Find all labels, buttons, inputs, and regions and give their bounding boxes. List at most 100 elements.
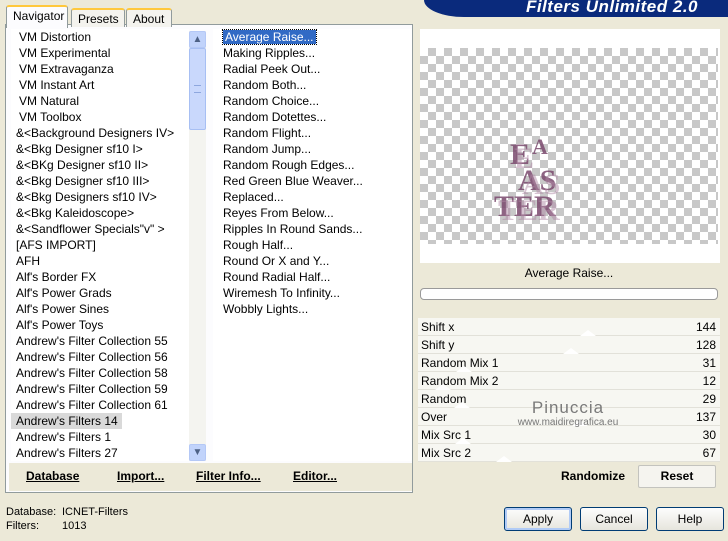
parameter-slider[interactable]: Random 29 xyxy=(418,390,720,408)
reset-button[interactable]: Reset xyxy=(638,465,716,488)
filter-item[interactable]: Reyes From Below... xyxy=(223,205,412,221)
parameter-slider[interactable]: Shift y 128 xyxy=(418,336,720,354)
scroll-down-button[interactable]: ▼ xyxy=(189,444,206,461)
category-item[interactable]: Alf's Border FX xyxy=(11,269,189,285)
randomize-button[interactable]: Randomize xyxy=(561,469,625,483)
filter-item[interactable]: Red Green Blue Weaver... xyxy=(223,173,412,189)
parameter-sliders: Shift x 144 Shift y 128 Random Mix 1 31 Random… xyxy=(418,318,720,464)
filters-key: Filters: xyxy=(6,520,39,532)
filter-item[interactable]: Average Raise... xyxy=(222,29,412,45)
category-item[interactable]: Andrew's Filter Collection 56 xyxy=(11,349,189,365)
filter-item-label: Random Choice... xyxy=(223,94,320,108)
database-button[interactable]: Database xyxy=(26,469,79,483)
apply-button[interactable]: Apply xyxy=(504,507,572,531)
category-item[interactable]: Andrew's Filter Collection 58 xyxy=(11,365,189,381)
category-item[interactable]: &<Background Designers IV> xyxy=(11,125,189,141)
filter-info-button[interactable]: Filter Info... xyxy=(196,469,261,483)
category-item[interactable]: VM Toolbox xyxy=(11,109,189,125)
filter-item-label: Random Flight... xyxy=(223,126,312,140)
category-item[interactable]: Andrew's Filter Collection 59 xyxy=(11,381,189,397)
parameter-slider[interactable]: Mix Src 1 30 xyxy=(418,426,720,444)
filter-item[interactable]: Wobbly Lights... xyxy=(223,301,412,317)
parameter-slider[interactable]: Shift x 144 xyxy=(418,318,720,336)
navigator-toolbar: Database Import... Filter Info... Editor… xyxy=(9,463,412,491)
category-item[interactable]: VM Extravaganza xyxy=(11,61,189,77)
category-item[interactable]: Andrew's Filters 14 xyxy=(11,413,122,429)
category-item[interactable]: VM Distortion xyxy=(11,29,189,45)
category-item[interactable]: Alf's Power Grads xyxy=(11,285,189,301)
progress-bar xyxy=(420,288,718,300)
filter-item[interactable]: Round Or X and Y... xyxy=(223,253,412,269)
filter-item[interactable]: Random Choice... xyxy=(223,93,412,109)
filter-item-label: Random Dotettes... xyxy=(223,110,327,124)
filter-item-label: Random Jump... xyxy=(223,142,312,156)
parameter-value: 31 xyxy=(702,356,716,370)
category-item[interactable]: &<Bkg Designers sf10 IV> xyxy=(11,189,189,205)
category-item[interactable]: VM Natural xyxy=(11,93,189,109)
parameter-slider[interactable]: Over 137 xyxy=(418,408,720,426)
filter-item[interactable]: Replaced... xyxy=(223,189,412,205)
editor-button[interactable]: Editor... xyxy=(293,469,337,483)
cancel-button[interactable]: Cancel xyxy=(580,507,648,531)
category-item[interactable]: &<Bkg Designer sf10 I> xyxy=(11,141,189,157)
tab-presets[interactable]: Presets xyxy=(71,8,125,27)
parameter-label: Shift y xyxy=(421,338,455,352)
parameter-slider[interactable]: Mix Src 2 67 xyxy=(418,444,720,462)
filter-item[interactable]: Random Both... xyxy=(223,77,412,93)
editor-label: Editor... xyxy=(293,469,338,483)
category-item[interactable]: VM Experimental xyxy=(11,45,189,61)
category-item[interactable]: AFH xyxy=(11,253,189,269)
import-button[interactable]: Import... xyxy=(117,469,164,483)
filter-item[interactable]: Random Jump... xyxy=(223,141,412,157)
app-title: Filters Unlimited 2.0 xyxy=(525,0,698,16)
filter-item[interactable]: Random Dotettes... xyxy=(223,109,412,125)
filter-item[interactable]: Ripples In Round Sands... xyxy=(223,221,412,237)
filter-list[interactable]: Average Raise... Making Ripples... Radial … xyxy=(213,29,412,461)
category-item[interactable]: Alf's Power Sines xyxy=(11,301,189,317)
filter-item-label: Rough Half... xyxy=(223,238,294,252)
filter-item-label: Random Both... xyxy=(223,78,307,92)
tab-about[interactable]: About xyxy=(126,8,172,27)
help-button[interactable]: Help xyxy=(656,507,724,531)
category-item[interactable]: &<Bkg Kaleidoscope> xyxy=(11,205,189,221)
tab-navigator[interactable]: Navigator xyxy=(6,5,68,28)
slider-pointer[interactable] xyxy=(495,456,512,462)
filter-item-label: Red Green Blue Weaver... xyxy=(223,174,363,188)
category-item[interactable]: &<Sandflower Specials"v" > xyxy=(11,221,189,237)
category-item[interactable]: &<Bkg Designer sf10 III> xyxy=(11,173,189,189)
filter-item[interactable]: Radial Peek Out... xyxy=(223,61,412,77)
category-item[interactable]: &<BKg Designer sf10 II> xyxy=(11,157,189,173)
filter-item[interactable]: Random Rough Edges... xyxy=(223,157,412,173)
category-item[interactable]: Andrew's Filters 27 xyxy=(11,445,189,461)
parameter-label: Shift x xyxy=(421,320,455,334)
category-item[interactable]: Andrew's Filters 1 xyxy=(11,429,189,445)
category-scrollbar[interactable]: ▲ ▼ xyxy=(189,31,206,461)
category-item[interactable]: Andrew's Filter Collection 61 xyxy=(11,397,189,413)
filter-item[interactable]: Round Radial Half... xyxy=(223,269,412,285)
database-key: Database: xyxy=(6,506,57,518)
category-item[interactable]: VM Instant Art xyxy=(11,77,189,93)
filter-item[interactable]: Random Flight... xyxy=(223,125,412,141)
selected-filter-name: Average Raise... xyxy=(418,266,720,284)
parameter-slider[interactable]: Random Mix 1 31 xyxy=(418,354,720,372)
thumb-grip xyxy=(194,85,201,93)
filter-item[interactable]: Wiremesh To Infinity... xyxy=(223,285,412,301)
filter-info-label: Filter Info... xyxy=(196,469,261,483)
filter-item[interactable]: Making Ripples... xyxy=(223,45,412,61)
scroll-up-button[interactable]: ▲ xyxy=(189,31,206,48)
category-item[interactable]: [AFS IMPORT] xyxy=(11,237,189,253)
category-list[interactable]: VM Distortion VM Experimental VM Extravaga… xyxy=(11,29,189,461)
parameter-value: 12 xyxy=(702,374,716,388)
scroll-thumb[interactable] xyxy=(189,48,206,130)
filter-item-label: Round Or X and Y... xyxy=(223,254,330,268)
filter-item-label: Wiremesh To Infinity... xyxy=(223,286,340,300)
parameter-value: 128 xyxy=(695,338,716,352)
category-item[interactable]: Andrew's Filter Collection 55 xyxy=(11,333,189,349)
parameter-slider[interactable]: Random Mix 2 12 xyxy=(418,372,720,390)
filter-item[interactable]: Rough Half... xyxy=(223,237,412,253)
database-value: ICNET-Filters xyxy=(62,506,128,518)
import-label: Import... xyxy=(117,469,165,483)
parameter-value: 137 xyxy=(695,410,716,424)
filter-item-label: Wobbly Lights... xyxy=(223,302,309,316)
category-item[interactable]: Alf's Power Toys xyxy=(11,317,189,333)
